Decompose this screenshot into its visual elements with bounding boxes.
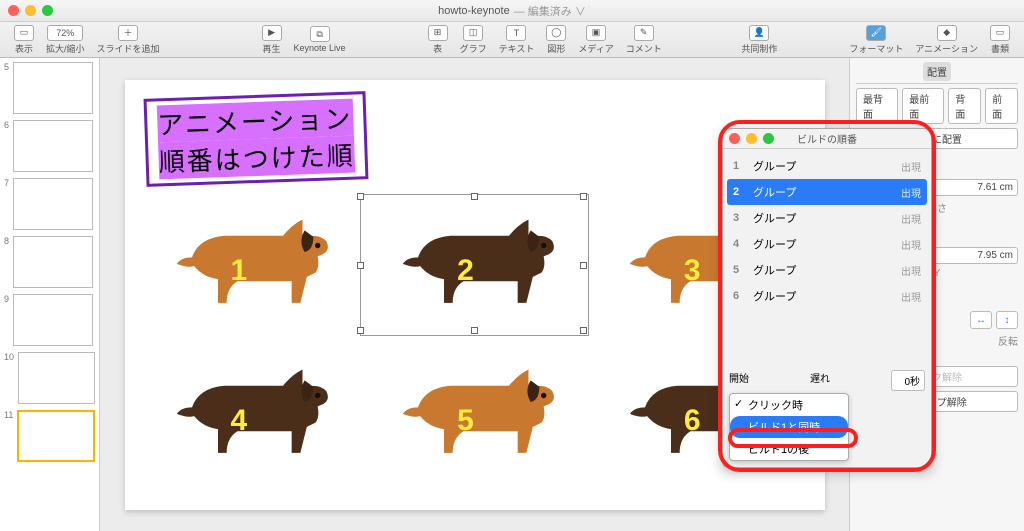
zoom-select[interactable]: 72%拡大/縮小 (40, 25, 91, 55)
selection-handle[interactable] (357, 193, 364, 200)
dog-group[interactable]: 1 (140, 200, 357, 330)
document-title: howto-keynote (438, 5, 510, 17)
window-titlebar: howto-keynote — 編集済み ∨ (0, 0, 1024, 22)
slide-thumbnail[interactable]: 11 (4, 410, 95, 462)
close-icon[interactable] (729, 133, 740, 144)
table-button[interactable]: ⊞表 (422, 25, 454, 55)
close-icon[interactable] (8, 5, 19, 16)
selection-handle[interactable] (471, 193, 478, 200)
keynote-live-button[interactable]: ⧉Keynote Live (288, 26, 352, 53)
dog-group[interactable]: 2 (366, 200, 583, 330)
dog-number: 3 (684, 254, 701, 288)
shape-button[interactable]: ◯図形 (540, 25, 572, 55)
build-order-row[interactable]: 4グループ出現 (727, 231, 927, 257)
title-line2: 順番はつけた順 (158, 135, 355, 179)
build-order-row[interactable]: 6グループ出現 (727, 283, 927, 309)
minimize-icon[interactable] (746, 133, 757, 144)
selection-handle[interactable] (471, 327, 478, 334)
build-panel-title: ビルドの順番 (797, 131, 857, 146)
slide-thumbnail[interactable]: 7 (4, 178, 95, 230)
dog-number: 6 (684, 404, 701, 438)
slide: アニメーション 順番はつけた順 1 2 3 4 5 6 (125, 80, 825, 510)
selection-outline (360, 194, 589, 336)
build-order-row[interactable]: 2グループ出現 (727, 179, 927, 205)
menu-item-with-build-1[interactable]: ビルド1と同時 (730, 416, 848, 438)
slide-thumbnail[interactable]: 9 (4, 294, 95, 346)
selection-handle[interactable] (580, 262, 587, 269)
delay-label: 遅れ (810, 370, 830, 391)
menu-item-on-click[interactable]: クリック時 (730, 394, 848, 416)
start-dropdown-menu[interactable]: クリック時 ビルド1と同時 ビルド1の後 (729, 393, 849, 461)
play-button[interactable]: ▶再生 (256, 25, 288, 55)
menu-item-after-build-1[interactable]: ビルド1の後 (730, 438, 848, 460)
title-line1: アニメーション (156, 98, 353, 142)
document-subtitle: — 編集済み ∨ (514, 3, 586, 19)
bring-forward-button[interactable]: 前面 (985, 88, 1018, 124)
media-button[interactable]: ▣メディア (572, 25, 619, 55)
collaborate-button[interactable]: 👤共同制作 (735, 25, 783, 55)
build-order-row[interactable]: 3グループ出現 (727, 205, 927, 231)
build-order-row[interactable]: 1グループ出現 (727, 153, 927, 179)
dog-number: 5 (457, 404, 474, 438)
selection-handle[interactable] (357, 327, 364, 334)
build-panel-titlebar[interactable]: ビルドの順番 (723, 129, 931, 149)
add-slide-button[interactable]: ＋スライドを追加 (91, 25, 166, 55)
send-to-back-button[interactable]: 最背面 (856, 88, 898, 124)
animate-button[interactable]: ◆アニメーション (909, 25, 984, 55)
slide-thumbnail[interactable]: 6 (4, 120, 95, 172)
tab-arrange[interactable]: 配置 (923, 62, 951, 81)
window-controls[interactable] (8, 5, 53, 16)
title-text-box[interactable]: アニメーション 順番はつけた順 (143, 91, 368, 187)
text-button[interactable]: Tテキスト (493, 25, 541, 55)
bring-to-front-button[interactable]: 最前面 (902, 88, 944, 124)
send-backward-button[interactable]: 背面 (948, 88, 981, 124)
slide-navigator[interactable]: 5 6 7 8 9 10 11 (0, 58, 100, 531)
start-label: 開始 (729, 370, 749, 391)
build-order-row[interactable]: 5グループ出現 (727, 257, 927, 283)
toolbar: ▭表示 72%拡大/縮小 ＋スライドを追加 ▶再生 ⧉Keynote Live … (0, 22, 1024, 58)
view-button[interactable]: ▭表示 (8, 25, 40, 55)
dog-number: 4 (230, 404, 247, 438)
selection-handle[interactable] (357, 262, 364, 269)
zoom-icon[interactable] (763, 133, 774, 144)
slide-thumbnail[interactable]: 5 (4, 62, 95, 114)
slide-thumbnail[interactable]: 8 (4, 236, 95, 288)
delay-field[interactable]: 0秒 (891, 370, 925, 391)
flip-horizontal-button[interactable]: ↔ (970, 311, 992, 329)
selection-handle[interactable] (580, 327, 587, 334)
zoom-icon[interactable] (42, 5, 53, 16)
build-order-panel[interactable]: ビルドの順番 1グループ出現2グループ出現3グループ出現4グループ出現5グループ… (722, 128, 932, 468)
minimize-icon[interactable] (25, 5, 36, 16)
selection-handle[interactable] (580, 193, 587, 200)
chart-button[interactable]: ◫グラフ (454, 25, 493, 55)
inspector-tabs[interactable]: 配置 (856, 62, 1018, 84)
format-button[interactable]: 🖌フォーマット (843, 25, 909, 55)
document-button[interactable]: ▭書類 (984, 25, 1016, 55)
slide-thumbnail[interactable]: 10 (4, 352, 95, 404)
dog-number: 1 (230, 254, 247, 288)
flip-vertical-button[interactable]: ↕ (996, 311, 1018, 329)
dog-group[interactable]: 4 (140, 350, 357, 480)
comment-button[interactable]: ✎コメント (620, 25, 668, 55)
dog-group[interactable]: 5 (366, 350, 583, 480)
